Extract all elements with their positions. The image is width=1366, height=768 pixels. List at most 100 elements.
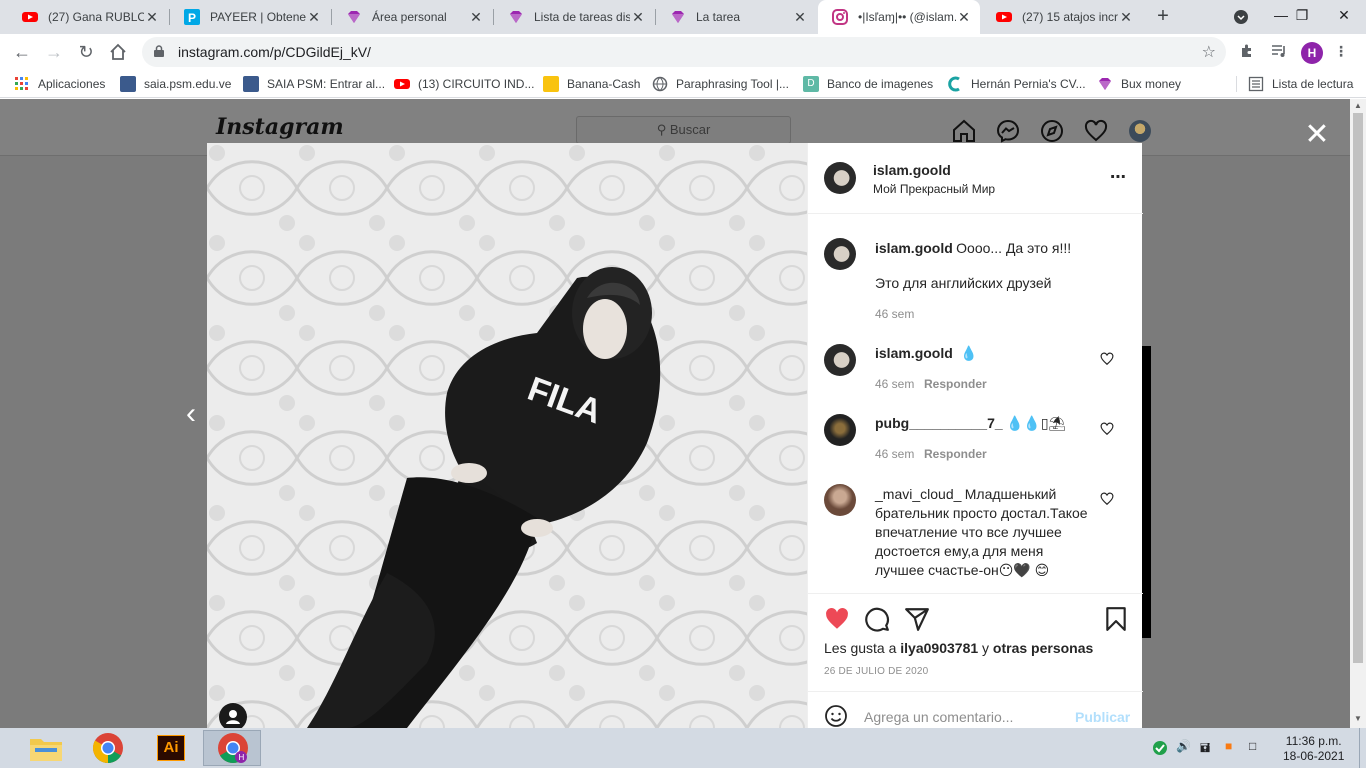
post-date[interactable]: 26 DE JULIO DE 2020: [824, 666, 928, 677]
scroll-down-icon[interactable]: ▼: [1353, 714, 1363, 724]
reload-icon[interactable]: ↻: [74, 40, 98, 64]
chrome-profile-app[interactable]: H: [203, 730, 261, 766]
reading-list-icon: [1248, 76, 1264, 92]
comment-time[interactable]: 46 sem: [875, 447, 914, 461]
post-location[interactable]: Мой Прекрасный Мир: [873, 182, 995, 196]
like-comment-icon[interactable]: [1100, 492, 1114, 506]
more-options-icon[interactable]: ⋯: [1110, 167, 1127, 187]
bookmark-banana-cash[interactable]: Banana-Cash: [543, 75, 640, 93]
page-scrollbar[interactable]: ▲ ▼: [1350, 99, 1366, 728]
reading-list[interactable]: Lista de lectura: [1248, 75, 1353, 93]
user-tag-button[interactable]: [219, 703, 247, 728]
browser-toolbar: ← → ↻ instagram.com/p/CDGildEj_kV/ ☆ H ⋮: [0, 34, 1366, 70]
file-explorer-app[interactable]: [16, 730, 74, 766]
bookmark-circuito[interactable]: (13) CIRCUITO IND...: [394, 75, 534, 93]
bookmark-saia[interactable]: saia.psm.edu.ve: [120, 75, 231, 93]
avast-icon[interactable]: ■: [1225, 739, 1232, 753]
like-comment-icon[interactable]: [1100, 422, 1114, 436]
comment-text: 💧: [956, 345, 978, 361]
close-icon[interactable]: ✕: [306, 9, 322, 26]
power-icon[interactable]: □: [1249, 739, 1256, 753]
bookmark-star-icon[interactable]: ☆: [1202, 42, 1216, 62]
tab-lista-tareas[interactable]: Lista de tareas disp ✕: [494, 0, 654, 34]
reply-button[interactable]: Responder: [924, 447, 987, 461]
comment-avatar[interactable]: [824, 484, 856, 516]
show-desktop-button[interactable]: [1359, 728, 1366, 768]
chevron-left-icon[interactable]: ‹: [186, 399, 206, 429]
close-icon[interactable]: ✕: [1303, 120, 1331, 150]
search-input[interactable]: ⚲ Buscar: [576, 116, 791, 144]
profile-avatar[interactable]: H: [1301, 42, 1323, 64]
diamond-icon: [510, 11, 522, 23]
instagram-logo[interactable]: Instagram: [216, 114, 344, 140]
caption-username[interactable]: islam.goold: [875, 240, 953, 256]
bookmark-paraphrasing[interactable]: Paraphrasing Tool |...: [652, 75, 789, 93]
bookmark-cv[interactable]: Hernán Pernia's CV...: [947, 75, 1086, 93]
comment-input[interactable]: Agrega un comentario...: [864, 709, 1013, 725]
bookmark-label: (13) CIRCUITO IND...: [418, 77, 535, 91]
window-close-icon[interactable]: ✕: [1322, 0, 1366, 34]
home-icon[interactable]: [952, 119, 976, 143]
back-icon[interactable]: ←: [10, 40, 34, 64]
tab-title: Lista de tareas disp: [534, 10, 630, 24]
network-icon[interactable]: 🖬: [1200, 739, 1210, 760]
scroll-thumb[interactable]: [1353, 113, 1363, 663]
comment-icon[interactable]: [864, 606, 890, 632]
bookmark-apps[interactable]: Aplicaciones: [14, 75, 105, 93]
scroll-up-icon[interactable]: ▲: [1353, 101, 1363, 111]
publish-button[interactable]: Publicar: [1075, 709, 1130, 725]
tab-la-tarea[interactable]: La tarea ✕: [656, 0, 816, 34]
address-bar[interactable]: instagram.com/p/CDGildEj_kV/ ☆: [142, 37, 1226, 67]
share-icon[interactable]: [904, 606, 930, 632]
close-icon[interactable]: ✕: [468, 9, 484, 26]
comment-avatar[interactable]: [824, 344, 856, 376]
bookmark-saia-psm[interactable]: SAIA PSM: Entrar al...: [243, 75, 385, 93]
reply-button[interactable]: Responder: [924, 377, 987, 391]
extensions-icon[interactable]: [1238, 43, 1256, 61]
caption-time[interactable]: 46 sem: [875, 307, 914, 321]
author-avatar[interactable]: [824, 162, 856, 194]
chrome-app[interactable]: [79, 730, 137, 766]
media-control-icon[interactable]: [1270, 43, 1288, 61]
tab-gana-rublos[interactable]: (27) Gana RUBLOS ✕: [8, 0, 168, 34]
comment-username[interactable]: islam.goold: [875, 345, 953, 361]
save-bookmark-icon[interactable]: [1103, 606, 1129, 632]
tab-payeer[interactable]: P PAYEER | Obtener ✕: [170, 0, 330, 34]
tab-atajos[interactable]: (27) 15 atajos incre ✕: [982, 0, 1142, 34]
profile-avatar[interactable]: [1129, 120, 1151, 142]
instagram-icon: [832, 9, 848, 25]
system-clock[interactable]: 11:36 p.m. 18-06-2021: [1283, 734, 1344, 764]
restore-icon[interactable]: ❐: [1282, 0, 1322, 34]
comment-username[interactable]: _mavi_cloud_: [875, 486, 961, 502]
like-comment-icon[interactable]: [1100, 352, 1114, 366]
close-icon[interactable]: ✕: [792, 9, 808, 26]
comment-time[interactable]: 46 sem: [875, 377, 914, 391]
close-icon[interactable]: ✕: [630, 9, 646, 26]
bookmark-bux-money[interactable]: Bux money: [1097, 75, 1181, 93]
network-status-icon[interactable]: [1152, 740, 1168, 756]
home-icon[interactable]: [106, 40, 130, 64]
volume-icon[interactable]: 🔊: [1176, 739, 1191, 753]
new-tab-button[interactable]: +: [1152, 6, 1174, 28]
author-username[interactable]: islam.goold: [873, 162, 951, 178]
close-icon[interactable]: ✕: [956, 9, 972, 26]
likes-others[interactable]: otras personas: [993, 640, 1093, 656]
likes-user[interactable]: ilya0903781: [900, 640, 978, 656]
comment-avatar[interactable]: [824, 414, 856, 446]
emoji-icon[interactable]: [824, 704, 848, 728]
tab-instagram[interactable]: •|Isľaɱ|•• (@islam.g ✕: [818, 0, 980, 34]
close-icon[interactable]: ✕: [1118, 9, 1134, 26]
explore-icon[interactable]: [1040, 119, 1064, 143]
bookmark-banco-imagenes[interactable]: D Banco de imagenes: [803, 75, 933, 93]
like-heart-icon[interactable]: [824, 606, 850, 632]
illustrator-app[interactable]: Ai: [141, 730, 199, 766]
activity-heart-icon[interactable]: [1084, 119, 1108, 143]
close-icon[interactable]: ✕: [144, 9, 160, 26]
menu-kebab-icon[interactable]: ⋮: [1332, 43, 1350, 61]
comment-username[interactable]: pubg__________7_: [875, 415, 1003, 431]
forward-icon[interactable]: →: [42, 40, 66, 64]
messenger-icon[interactable]: [996, 119, 1020, 143]
caption-avatar[interactable]: [824, 238, 856, 270]
tab-area-personal[interactable]: Área personal ✕: [332, 0, 492, 34]
diamond-icon: [348, 11, 360, 23]
